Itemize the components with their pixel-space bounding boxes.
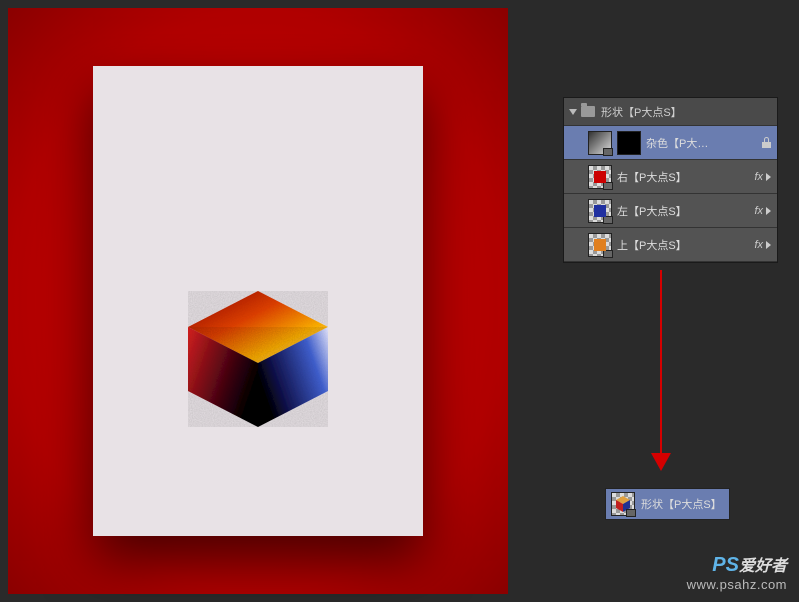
layer-mask-thumbnail[interactable] [617,131,641,155]
layer-row[interactable]: 左【P大点S】 fx [564,194,777,228]
layer-row[interactable]: 上【P大点S】 fx [564,228,777,262]
layer-thumbnail[interactable] [588,165,612,189]
cube-graphic [188,291,328,431]
layer-name: 上【P大点S】 [617,237,754,253]
collapsed-layer-row[interactable]: 形状【P大点S】 [605,488,730,520]
document-artboard [93,66,423,536]
watermark-brand-cn: 爱好者 [739,558,787,575]
fx-badge[interactable]: fx [754,239,763,251]
layers-panel[interactable]: 形状【P大点S】 杂色【P大… 右【P大点S】 fx 左【P大点S】 fx 上【… [563,97,778,263]
layer-thumbnail[interactable] [588,233,612,257]
layer-group-header[interactable]: 形状【P大点S】 [564,98,777,126]
watermark: PS爱好者 www.psahz.com [687,552,787,592]
layer-thumbnail[interactable] [588,199,612,223]
fx-disclosure-icon[interactable] [766,207,771,215]
canvas-background [8,8,508,594]
smart-object-badge-icon [626,509,636,517]
layer-thumbnail[interactable] [611,492,635,516]
group-name: 形状【P大点S】 [601,104,682,120]
layer-row[interactable]: 杂色【P大… [564,126,777,160]
layer-row[interactable]: 右【P大点S】 fx [564,160,777,194]
fx-badge[interactable]: fx [754,205,763,217]
disclosure-triangle-icon[interactable] [569,109,577,115]
fx-disclosure-icon[interactable] [766,173,771,181]
lock-icon[interactable] [762,137,771,148]
link-badge-icon [603,216,613,224]
annotation-arrow-head [651,453,671,471]
fx-badge[interactable]: fx [754,171,763,183]
link-badge-icon [603,182,613,190]
layer-name: 右【P大点S】 [617,169,754,185]
cube-right-face [258,327,328,427]
watermark-logo: PS爱好者 [687,552,787,577]
layer-name: 形状【P大点S】 [641,496,722,512]
link-badge-icon [603,148,613,156]
layer-name: 左【P大点S】 [617,203,754,219]
fx-disclosure-icon[interactable] [766,241,771,249]
watermark-brand-en: PS [712,554,739,576]
folder-icon [581,106,595,117]
annotation-arrow [660,270,662,455]
layer-name: 杂色【P大… [646,135,760,151]
layer-thumbnail[interactable] [588,131,612,155]
watermark-url: www.psahz.com [687,577,787,592]
link-badge-icon [603,250,613,258]
cube-left-face [188,327,258,427]
